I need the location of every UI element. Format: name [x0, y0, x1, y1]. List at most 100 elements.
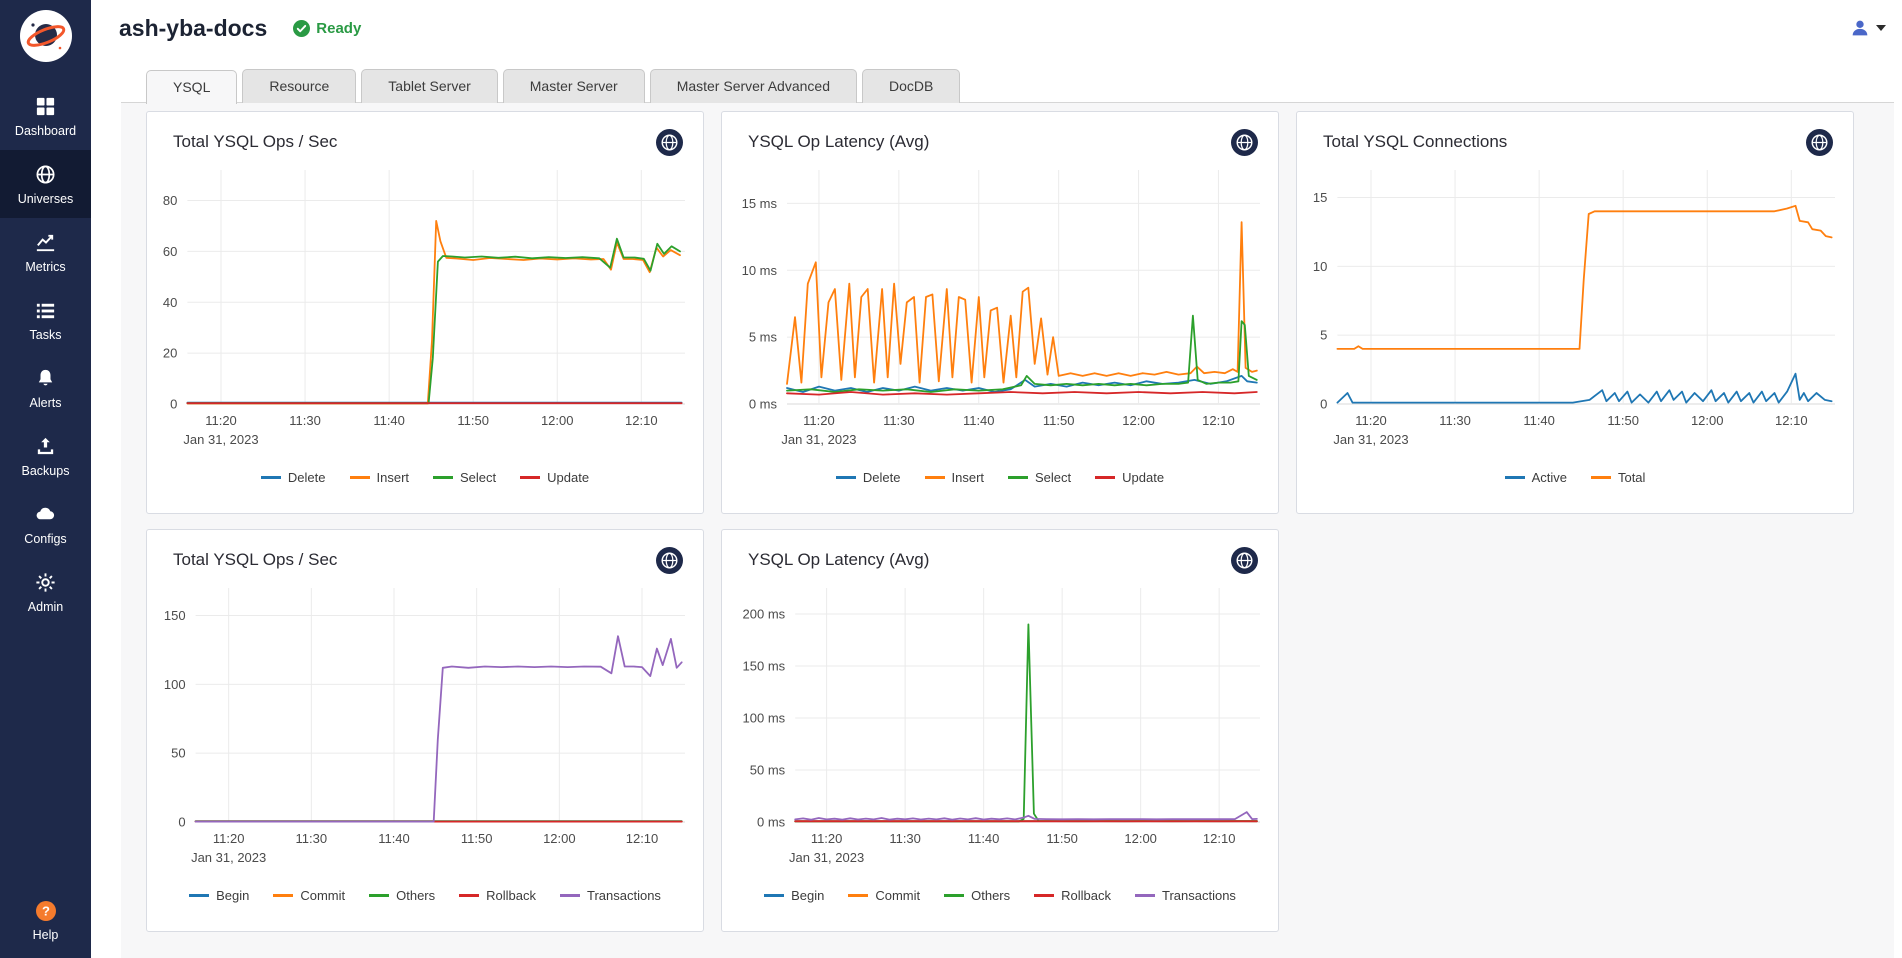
svg-text:12:00: 12:00	[1124, 831, 1157, 846]
tab-master-server[interactable]: Master Server	[503, 69, 645, 103]
chart-title: Total YSQL Ops / Sec	[173, 132, 337, 152]
app-logo[interactable]	[0, 10, 91, 62]
legend-item[interactable]: Select	[1008, 470, 1071, 485]
svg-text:11:30: 11:30	[883, 413, 915, 428]
sidebar-item-help[interactable]: ? Help	[0, 899, 91, 942]
svg-text:11:40: 11:40	[373, 413, 405, 428]
svg-text:11:20: 11:20	[1355, 413, 1387, 428]
cloud-icon	[34, 503, 57, 526]
legend-swatch	[459, 894, 479, 897]
sidebar-item-configs[interactable]: Configs	[0, 490, 91, 558]
tab-docdb[interactable]: DocDB	[862, 69, 960, 103]
chart-canvas[interactable]: 02040608011:20Jan 31, 202311:3011:4011:5…	[147, 160, 703, 456]
tab-resource[interactable]: Resource	[242, 69, 356, 103]
legend-item[interactable]: Delete	[836, 470, 901, 485]
svg-text:Jan 31, 2023: Jan 31, 2023	[191, 850, 266, 865]
svg-text:11:50: 11:50	[1046, 831, 1078, 846]
sidebar-item-label: Metrics	[25, 260, 65, 274]
legend-item[interactable]: Commit	[273, 888, 345, 903]
legend-swatch	[350, 476, 370, 479]
legend-item[interactable]: Others	[944, 888, 1010, 903]
svg-text:12:00: 12:00	[543, 831, 576, 846]
chart-canvas[interactable]: 0 ms5 ms10 ms15 ms11:20Jan 31, 202311:30…	[722, 160, 1278, 456]
globe-widget-button[interactable]	[656, 129, 683, 156]
legend-item[interactable]: Update	[520, 470, 589, 485]
sidebar-item-metrics[interactable]: Metrics	[0, 218, 91, 286]
legend-label: Commit	[875, 888, 920, 903]
user-icon	[1849, 17, 1871, 39]
svg-text:15: 15	[1313, 190, 1327, 205]
bell-icon	[34, 367, 57, 390]
svg-text:100 ms: 100 ms	[743, 711, 786, 726]
chevron-down-icon	[1876, 25, 1886, 31]
legend-swatch	[433, 476, 453, 479]
svg-text:12:00: 12:00	[1691, 413, 1724, 428]
legend-label: Active	[1532, 470, 1567, 485]
legend-swatch	[261, 476, 281, 479]
legend-item[interactable]: Insert	[350, 470, 410, 485]
chart-title: Total YSQL Connections	[1323, 132, 1507, 152]
svg-text:11:50: 11:50	[1607, 413, 1639, 428]
legend-item[interactable]: Active	[1505, 470, 1567, 485]
chart-canvas[interactable]: 0 ms50 ms100 ms150 ms200 ms11:20Jan 31, …	[722, 578, 1278, 874]
legend-item[interactable]: Commit	[848, 888, 920, 903]
tab-ysql[interactable]: YSQL	[146, 70, 237, 104]
legend-label: Transactions	[1162, 888, 1236, 903]
sidebar-item-backups[interactable]: Backups	[0, 422, 91, 490]
svg-text:200 ms: 200 ms	[743, 607, 786, 622]
sidebar-item-universes[interactable]: Universes	[0, 150, 91, 218]
sidebar-item-label: Admin	[28, 600, 63, 614]
svg-text:11:30: 11:30	[296, 831, 328, 846]
chart-card: Total YSQL Ops / Sec 02040608011:20Jan 3…	[146, 111, 704, 514]
legend-item[interactable]: Transactions	[560, 888, 661, 903]
legend-label: Insert	[377, 470, 410, 485]
legend-swatch	[848, 894, 868, 897]
svg-text:11:30: 11:30	[1439, 413, 1471, 428]
globe-widget-button[interactable]	[1231, 129, 1258, 156]
legend-label: Delete	[863, 470, 901, 485]
dashboard-icon	[34, 95, 57, 118]
svg-text:50: 50	[171, 746, 185, 761]
legend-swatch	[520, 476, 540, 479]
globe-widget-button[interactable]	[1231, 547, 1258, 574]
metrics-panel: Total YSQL Ops / Sec 02040608011:20Jan 3…	[121, 102, 1894, 958]
svg-text:11:40: 11:40	[378, 831, 410, 846]
legend-swatch	[1095, 476, 1115, 479]
legend-item[interactable]: Select	[433, 470, 496, 485]
svg-text:12:10: 12:10	[1203, 831, 1236, 846]
legend-swatch	[1505, 476, 1525, 479]
user-menu[interactable]	[1849, 17, 1886, 39]
legend-item[interactable]: Rollback	[459, 888, 536, 903]
legend-label: Delete	[288, 470, 326, 485]
sidebar-item-admin[interactable]: Admin	[0, 558, 91, 626]
sidebar-item-tasks[interactable]: Tasks	[0, 286, 91, 354]
chart-legend: Delete Insert Select Update	[147, 470, 703, 485]
chart-canvas[interactable]: 05010015011:20Jan 31, 202311:3011:4011:5…	[147, 578, 703, 874]
legend-item[interactable]: Delete	[261, 470, 326, 485]
legend-item[interactable]: Transactions	[1135, 888, 1236, 903]
globe-widget-button[interactable]	[1806, 129, 1833, 156]
sidebar-item-alerts[interactable]: Alerts	[0, 354, 91, 422]
svg-text:0 ms: 0 ms	[757, 815, 786, 830]
tab-master-server-advanced[interactable]: Master Server Advanced	[650, 69, 857, 103]
svg-text:40: 40	[163, 295, 177, 310]
chart-canvas[interactable]: 05101511:20Jan 31, 202311:3011:4011:5012…	[1297, 160, 1853, 456]
svg-text:11:30: 11:30	[889, 831, 921, 846]
legend-item[interactable]: Rollback	[1034, 888, 1111, 903]
svg-text:11:40: 11:40	[963, 413, 995, 428]
globe-widget-button[interactable]	[656, 547, 683, 574]
sidebar-item-label: Help	[33, 928, 59, 942]
tab-tablet-server[interactable]: Tablet Server	[361, 69, 497, 103]
sidebar-item-dashboard[interactable]: Dashboard	[0, 82, 91, 150]
legend-item[interactable]: Total	[1591, 470, 1645, 485]
legend-item[interactable]: Insert	[925, 470, 985, 485]
legend-item[interactable]: Others	[369, 888, 435, 903]
svg-text:12:10: 12:10	[1775, 413, 1808, 428]
chart-card: YSQL Op Latency (Avg) 0 ms5 ms10 ms15 ms…	[721, 111, 1279, 514]
legend-item[interactable]: Begin	[764, 888, 824, 903]
legend-label: Select	[1035, 470, 1071, 485]
legend-item[interactable]: Update	[1095, 470, 1164, 485]
legend-item[interactable]: Begin	[189, 888, 249, 903]
planet-logo-icon	[20, 10, 72, 62]
svg-text:10: 10	[1313, 259, 1327, 274]
